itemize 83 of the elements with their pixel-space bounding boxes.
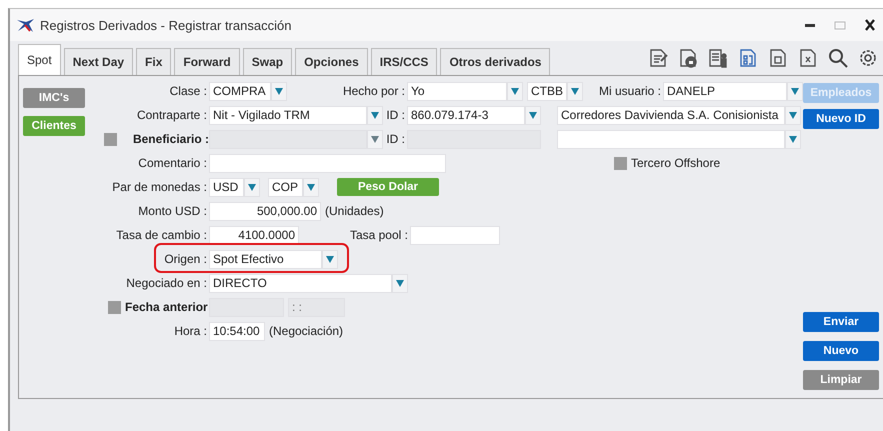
caret-icon <box>371 136 379 142</box>
input-field[interactable]: 500,000.00 <box>209 202 321 220</box>
tab[interactable]: IRS/CCS <box>370 48 438 76</box>
caret-icon <box>326 256 334 262</box>
input-field[interactable]: 10:54:00 <box>209 322 265 340</box>
caret-icon <box>371 112 379 118</box>
app-logo-icon <box>16 17 34 33</box>
dropdown-button[interactable] <box>303 178 319 196</box>
unit-note: (Unidades) <box>325 204 384 218</box>
time-field[interactable]: : : <box>288 298 345 316</box>
field-label: Par de monedas : <box>111 180 208 194</box>
field-label: Fecha anterior <box>125 300 209 314</box>
input-field[interactable] <box>410 226 500 244</box>
window-title: Registros Derivados - Registrar transacción <box>40 18 292 32</box>
checkbox-label: Tercero Offshore <box>631 156 720 170</box>
tab[interactable]: Forward <box>174 48 240 76</box>
dropdown-button[interactable] <box>785 106 801 124</box>
dropdown-button[interactable] <box>322 250 338 268</box>
dropdown-button[interactable] <box>271 82 287 100</box>
caret-icon <box>789 136 797 142</box>
action-button[interactable]: Nuevo <box>803 341 879 361</box>
search-icon[interactable] <box>827 47 849 69</box>
dropdown-field[interactable]: COMPRA <box>209 82 271 100</box>
input-field[interactable]: 4100.0000 <box>209 226 299 244</box>
field-label: Origen : <box>163 252 208 266</box>
dropdown-field[interactable]: DIRECTO <box>209 274 392 292</box>
caret-icon <box>396 280 404 286</box>
caret-icon <box>571 88 579 94</box>
field-label: Clase : <box>168 84 208 98</box>
dropdown-field[interactable]: DANELP <box>663 82 787 100</box>
dropdown-field[interactable]: Nit - Vigilado TRM <box>209 106 367 124</box>
dropdown-button[interactable] <box>507 82 523 100</box>
tab[interactable]: Opciones <box>295 48 368 76</box>
dropdown-field[interactable]: CTBB <box>527 82 567 100</box>
action-button[interactable]: Enviar <box>803 312 879 332</box>
time-note: (Negociación) <box>269 324 344 338</box>
dropdown-button[interactable] <box>244 178 260 196</box>
dropdown-field[interactable]: Corredores Davivienda S.A. Conisionista <box>557 106 785 124</box>
dropdown-field[interactable] <box>557 130 785 148</box>
field-label: Hora : <box>173 324 208 338</box>
field-label: Beneficiario : <box>132 132 210 146</box>
caret-icon <box>275 88 283 94</box>
dropdown-field[interactable]: USD <box>209 178 244 196</box>
caret-icon <box>307 184 315 190</box>
action-button[interactable]: Nuevo ID <box>803 109 879 129</box>
caret-icon <box>511 88 519 94</box>
dropdown-button[interactable] <box>525 106 541 124</box>
dropdown-field[interactable]: 860.079.174-3 <box>407 106 525 124</box>
caret-icon <box>789 112 797 118</box>
settings-icon[interactable] <box>857 47 879 69</box>
dropdown-button[interactable] <box>392 274 408 292</box>
checkbox[interactable] <box>108 300 121 314</box>
field-label: Negociado en : <box>125 276 208 290</box>
input-field[interactable] <box>209 154 446 172</box>
tab[interactable]: Fix <box>136 48 172 76</box>
checkbox[interactable] <box>614 156 627 170</box>
dropdown-button[interactable] <box>785 130 801 148</box>
dropdown-field[interactable]: Yo <box>407 82 507 100</box>
field-label: Tasa pool : <box>348 228 409 242</box>
dropdown-field[interactable]: Spot Efectivo <box>209 250 322 268</box>
field-label: ID : <box>385 108 406 122</box>
field-label: Hecho por : <box>342 84 406 98</box>
tab[interactable]: Spot <box>18 44 61 76</box>
field-label: Contraparte : <box>136 108 208 122</box>
field-label: Monto USD : <box>137 204 208 218</box>
close-icon[interactable] <box>863 18 877 32</box>
dropdown-button[interactable] <box>787 82 803 100</box>
dropdown-button[interactable] <box>367 130 383 148</box>
caret-icon <box>529 112 537 118</box>
field-label: Mi usuario : <box>598 84 662 98</box>
tab[interactable]: Swap <box>242 48 292 76</box>
caret-icon <box>248 184 256 190</box>
caret-icon <box>791 88 799 94</box>
tab[interactable]: Otros derivados <box>440 48 550 76</box>
field-label: Tasa de cambio : <box>115 228 208 242</box>
field-label: ID : <box>385 132 406 146</box>
field-label: Comentario : <box>137 156 208 170</box>
dropdown-field[interactable]: COP <box>268 178 303 196</box>
dropdown-button[interactable] <box>367 106 383 124</box>
person-document-icon[interactable] <box>707 47 729 69</box>
checkbox[interactable] <box>104 132 117 146</box>
tab[interactable]: Next Day <box>64 48 134 76</box>
dropdown-button[interactable] <box>567 82 583 100</box>
